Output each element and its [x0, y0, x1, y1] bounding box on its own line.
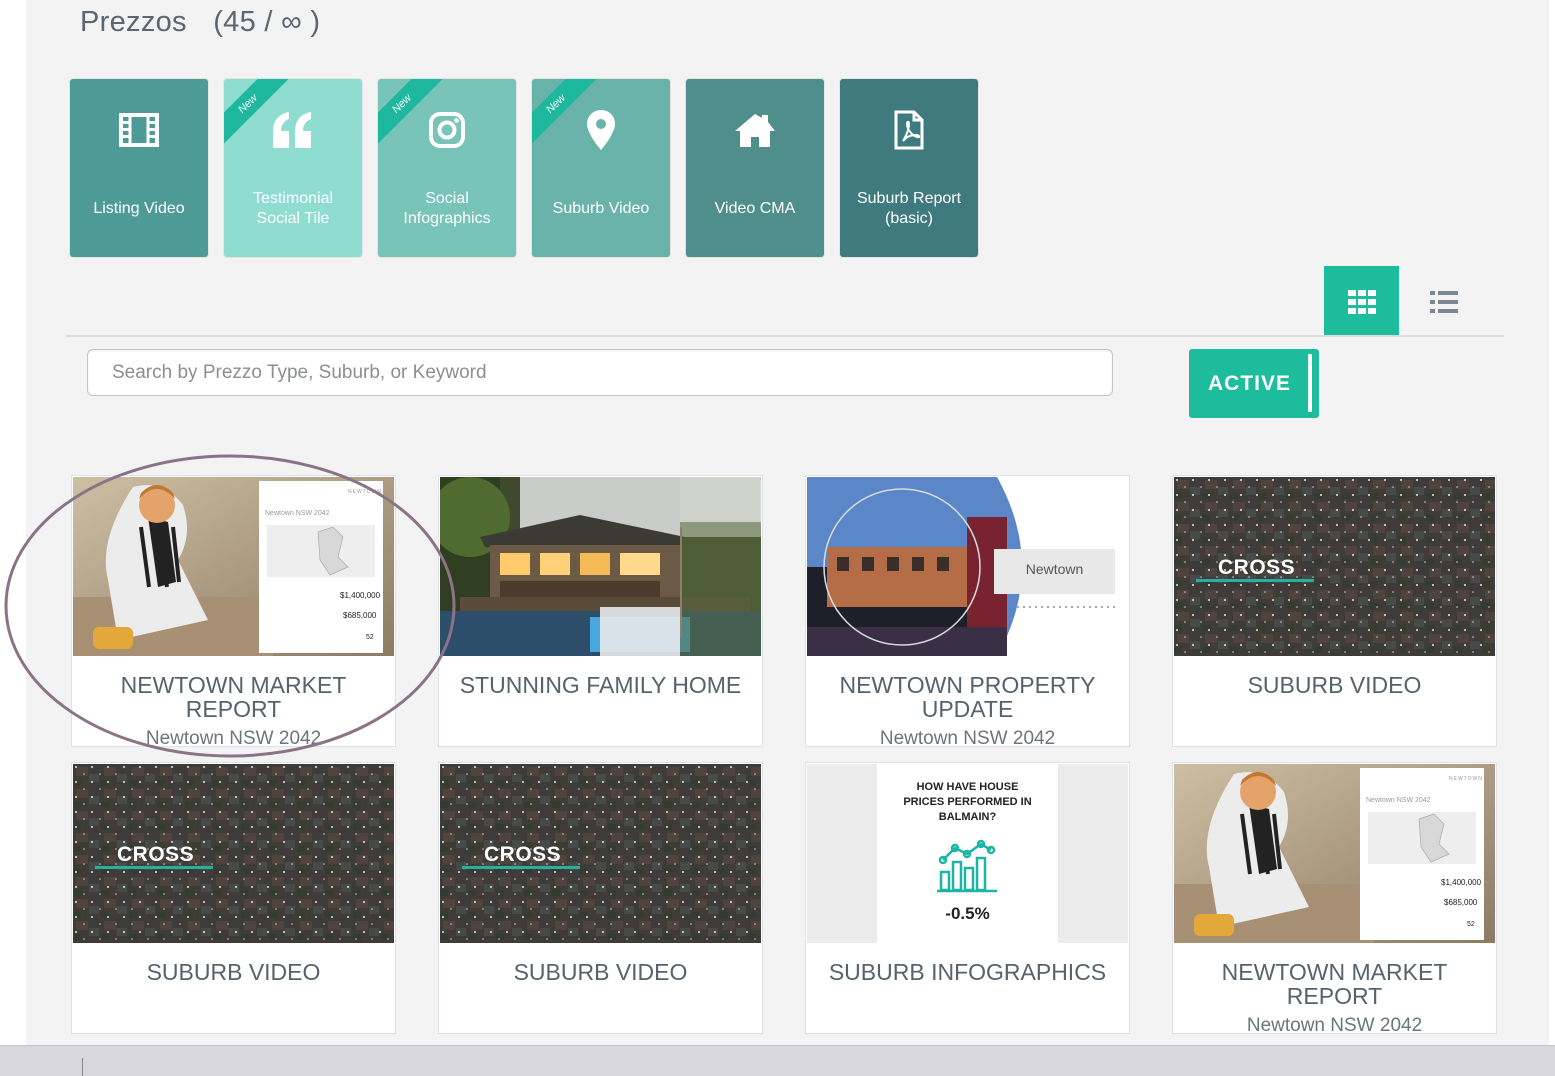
report-brand: NEWTOWN [1449, 776, 1483, 782]
thumb-suburb-label: Newtown [1025, 561, 1084, 577]
report-price-2: $685,000 [343, 611, 377, 620]
active-filter-label: ACTIVE [1208, 371, 1292, 395]
card-title: STUNNING FAMILY HOME [459, 672, 742, 698]
bottom-bar [0, 1045, 1555, 1076]
card-subtitle: Newtown NSW 2042 [879, 728, 1056, 746]
card-subtitle: Newtown NSW 2042 [1246, 1015, 1423, 1033]
list-view-icon [1430, 290, 1458, 313]
quote-icon [224, 107, 362, 153]
prezzo-count: (45 / ∞ ) [213, 6, 321, 38]
prezzo-card[interactable]: CROSS SUBURB VIDEO [72, 763, 395, 1033]
tile-label: Testimonial Social Tile [252, 190, 334, 227]
card-thumbnail: Newtown NSW 2042 NEWTOWN $1,400,000 $685,00… [73, 477, 394, 656]
tile-label: Video CMA [714, 200, 796, 217]
tile-label: Social Infographics [403, 190, 491, 227]
tile-pdf-file[interactable]: Suburb Report (basic) [840, 79, 978, 257]
card-title: NEWTOWN PROPERTY UPDATE [839, 672, 1096, 722]
report-price-1: $1,400,000 [340, 591, 381, 600]
card-title: SUBURB INFOGRAPHICS [828, 959, 1107, 985]
card-thumbnail [440, 477, 761, 656]
report-price-1: $1,400,000 [1441, 878, 1482, 887]
tile-instagram[interactable]: New Social Infographics [378, 79, 516, 257]
pdf-file-icon [840, 107, 978, 153]
prezzo-card[interactable]: STUNNING FAMILY HOME [439, 476, 762, 746]
card-thumbnail: Newtown [807, 477, 1128, 656]
report-brand: NEWTOWN [348, 489, 382, 495]
right-margin [1549, 0, 1555, 1045]
prezzo-card[interactable]: Newtown NSW 2042 NEWTOWN $1,400,000 $685,00… [72, 476, 395, 746]
page-title: Prezzos (45 / ∞ ) [80, 6, 320, 39]
thumb-overlay-label: CROSS [117, 843, 195, 866]
prezzo-card[interactable]: Newtown NEWTOWN PROPERTY UPDATE Newtown NS… [806, 476, 1129, 746]
prezzo-card[interactable]: HOW HAVE HOUSE PRICES PERFORMED IN BALMA… [806, 763, 1129, 1033]
infographic-heading: HOW HAVE HOUSE PRICES PERFORMED IN BALMA… [903, 781, 1032, 823]
section-divider [66, 335, 1504, 337]
card-thumbnail: CROSS [73, 764, 394, 943]
page-title-text: Prezzos [80, 6, 187, 38]
grid-view-icon [1347, 289, 1376, 314]
card-title: NEWTOWN MARKET REPORT [120, 672, 347, 722]
tile-label: Suburb Report (basic) [856, 190, 962, 227]
report-heading: Newtown NSW 2042 [265, 510, 330, 517]
infographic-value: -0.5% [945, 904, 990, 923]
tile-map-pin[interactable]: New Suburb Video [532, 79, 670, 257]
report-number: 52 [1467, 921, 1475, 928]
tile-quote[interactable]: New Testimonial Social Tile [224, 79, 362, 257]
list-view-button[interactable] [1408, 266, 1480, 337]
active-filter-button[interactable]: ACTIVE [1189, 349, 1319, 418]
prezzo-card[interactable]: Newtown NSW 2042 NEWTOWN $1,400,000 $685,00… [1173, 763, 1496, 1033]
report-heading: Newtown NSW 2042 [1366, 797, 1431, 804]
card-title: SUBURB VIDEO [513, 959, 688, 985]
card-title: NEWTOWN MARKET REPORT [1221, 959, 1448, 1009]
prezzo-card[interactable]: CROSS SUBURB VIDEO [1173, 476, 1496, 746]
film-icon [70, 107, 208, 153]
map-pin-icon [532, 107, 670, 153]
text-caret [82, 1058, 83, 1076]
thumb-overlay-label: CROSS [484, 843, 562, 866]
tile-home[interactable]: Video CMA [686, 79, 824, 257]
card-subtitle: Newtown NSW 2042 [145, 728, 322, 746]
home-icon [686, 107, 824, 153]
thumb-overlay-label: CROSS [1218, 556, 1296, 579]
card-title: SUBURB VIDEO [146, 959, 321, 985]
card-thumbnail: CROSS [440, 764, 761, 943]
dropdown-divider [1308, 354, 1312, 412]
card-thumbnail: CROSS [1174, 477, 1495, 656]
left-margin [0, 0, 26, 1045]
instagram-icon [378, 107, 516, 153]
card-thumbnail: Newtown NSW 2042 NEWTOWN $1,400,000 $685,00… [1174, 764, 1495, 943]
tile-label: Suburb Video [552, 200, 650, 217]
search-input[interactable] [87, 349, 1113, 396]
report-price-2: $685,000 [1444, 898, 1478, 907]
tile-film[interactable]: Listing Video [70, 79, 208, 257]
prezzo-card[interactable]: CROSS SUBURB VIDEO [439, 763, 762, 1033]
tile-label: Listing Video [93, 200, 185, 217]
grid-view-button[interactable] [1324, 266, 1399, 337]
create-prezzo-tiles: Listing Video New Testimonial Social Tile N… [70, 79, 978, 257]
report-number: 52 [366, 634, 374, 641]
card-thumbnail: HOW HAVE HOUSE PRICES PERFORMED IN BALMA… [807, 764, 1128, 943]
card-title: SUBURB VIDEO [1247, 672, 1422, 698]
